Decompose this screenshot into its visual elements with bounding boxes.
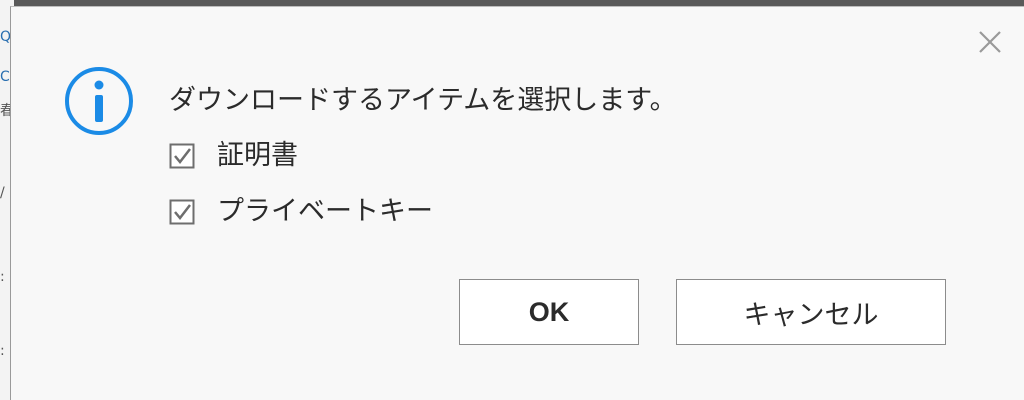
option-certificate-label: 証明書 [217, 140, 298, 171]
background-text: / [0, 185, 5, 201]
ok-button[interactable]: OK [459, 279, 639, 345]
option-certificate[interactable]: 証明書 [169, 139, 298, 173]
option-private-key[interactable]: プライベートキー [169, 195, 433, 229]
download-dialog: ダウンロードするアイテムを選択します。 証明書 プライベートキー OK キャンセ… [10, 6, 1024, 400]
background-text: C [0, 69, 10, 85]
close-icon[interactable] [977, 29, 1003, 55]
background-text: : [0, 343, 5, 359]
background-text: : [0, 269, 5, 285]
checkbox-checked-icon[interactable] [169, 143, 195, 169]
dialog-message: ダウンロードするアイテムを選択します。 [169, 85, 677, 116]
info-icon [63, 65, 135, 137]
option-private-key-label: プライベートキー [217, 196, 433, 227]
cancel-button[interactable]: キャンセル [676, 279, 946, 345]
checkbox-checked-icon[interactable] [169, 199, 195, 225]
